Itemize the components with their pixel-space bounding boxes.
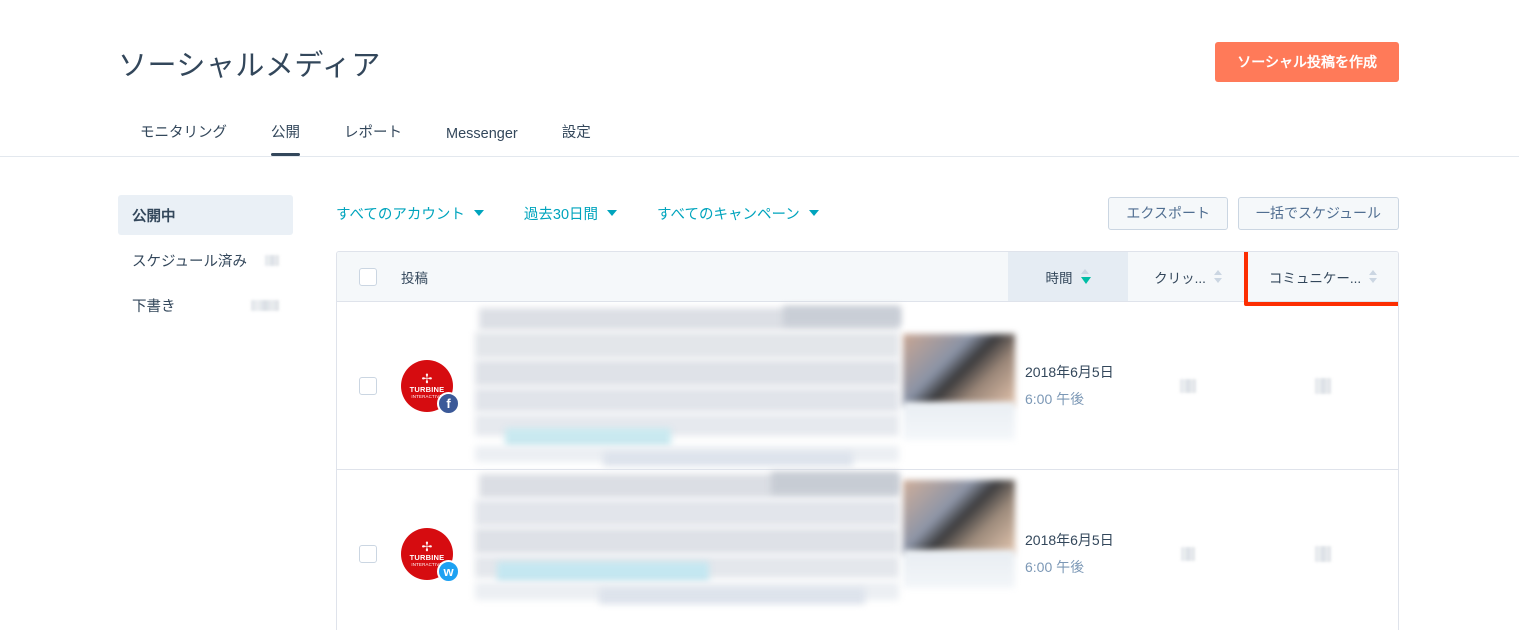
post-content-redacted: [475, 302, 1015, 469]
page-body: 公開中 スケジュール済み 下書き すべてのアカウント 過去30日間 すべてのキャ…: [0, 157, 1519, 630]
column-header-communication[interactable]: コミュニケー...: [1244, 252, 1398, 306]
page-header: ソーシャルメディア ソーシャル投稿を作成 モニタリング 公開 レポート Mess…: [0, 0, 1519, 157]
column-header-post: 投稿: [337, 252, 1008, 301]
tab-reports[interactable]: レポート: [322, 121, 424, 156]
turbine-logo-icon: ✢: [421, 538, 433, 554]
table-header-row: 投稿 時間 クリッ... コミュニケー...: [337, 252, 1398, 306]
twitter-icon: w: [437, 559, 460, 583]
toolbar-actions: エクスポート 一括でスケジュール: [1108, 196, 1399, 230]
clicks-cell: [1128, 302, 1248, 469]
bulk-schedule-button[interactable]: 一括でスケジュール: [1237, 196, 1399, 230]
sort-up-arrow-icon: [1369, 270, 1378, 276]
create-social-post-button[interactable]: ソーシャル投稿を作成: [1215, 42, 1399, 82]
communication-value-redacted: [1315, 377, 1331, 394]
avatar: ✢ TURBINE INTERACTIVE f: [401, 359, 460, 415]
clicks-cell: [1128, 470, 1248, 630]
avatar: ✢ TURBINE INTERACTIVE w: [401, 527, 460, 583]
communication-value-redacted: [1315, 545, 1331, 562]
facebook-icon: f: [437, 391, 460, 415]
avatar-account-name: TURBINE: [409, 552, 445, 562]
sidebar-item-scheduled[interactable]: スケジュール済み: [118, 240, 293, 280]
sort-descending-icon[interactable]: [1080, 269, 1091, 284]
filter-label: 過去30日間: [523, 206, 599, 223]
select-all-checkbox[interactable]: [359, 267, 377, 286]
sidebar-item-published[interactable]: 公開中: [118, 195, 293, 235]
export-button[interactable]: エクスポート: [1108, 196, 1228, 230]
page-title: ソーシャルメディア: [118, 50, 381, 82]
sidebar-item-label: 公開中: [132, 208, 176, 225]
post-date: 2018年6月5日: [1025, 532, 1114, 548]
tab-publish[interactable]: 公開: [249, 121, 322, 156]
sort-down-arrow-icon: [1369, 277, 1378, 283]
clicks-value-redacted: [1180, 378, 1196, 393]
time-cell: 2018年6月5日 6:00 午後: [1008, 302, 1128, 469]
post-content-redacted: [475, 470, 1015, 630]
clicks-value-redacted: [1181, 546, 1195, 561]
sort-up-arrow-icon: [1213, 270, 1222, 276]
social-media-page: ソーシャルメディア ソーシャル投稿を作成 モニタリング 公開 レポート Mess…: [0, 0, 1519, 630]
sidebar: 公開中 スケジュール済み 下書き: [118, 195, 293, 630]
tab-monitoring[interactable]: モニタリング: [118, 121, 249, 156]
column-header-clicks[interactable]: クリッ...: [1128, 252, 1248, 301]
post-time: 6:00 午後: [1025, 391, 1085, 407]
post-cell: ✢ TURBINE INTERACTIVE f: [337, 302, 1015, 469]
filter-label: すべてのアカウント: [336, 206, 465, 223]
tab-settings[interactable]: 設定: [540, 121, 613, 156]
post-date: 2018年6月5日: [1025, 364, 1114, 380]
column-header-communication-label: コミュニケー...: [1268, 270, 1362, 286]
sort-down-arrow-icon: [1213, 277, 1222, 283]
sort-icon[interactable]: [1213, 270, 1222, 283]
sort-icon[interactable]: [1369, 270, 1378, 283]
drafts-count-redacted: [251, 299, 279, 311]
scheduled-count-redacted: [265, 254, 279, 266]
filter-all-campaigns[interactable]: すべてのキャンペーン: [657, 203, 819, 224]
time-cell: 2018年6月5日 6:00 午後: [1008, 470, 1128, 630]
turbine-logo-icon: ✢: [421, 370, 433, 386]
column-header-time-label: 時間: [1045, 270, 1073, 286]
chevron-down-icon: [607, 210, 618, 216]
table-row[interactable]: ✢ TURBINE INTERACTIVE f 2018年6月5日 6:00 午…: [337, 302, 1398, 470]
filter-label: すべてのキャンペーン: [657, 206, 800, 223]
posts-table: 投稿 時間 クリッ... コミュニケー... ✢ TURBINE INTERAC…: [336, 251, 1399, 630]
column-header-time[interactable]: 時間: [1008, 252, 1128, 301]
tab-messenger[interactable]: Messenger: [424, 126, 540, 156]
column-header-post-label: 投稿: [401, 270, 428, 286]
avatar-account-name: TURBINE: [409, 384, 445, 394]
row-select-checkbox[interactable]: [359, 544, 377, 563]
chevron-down-icon: [473, 210, 484, 216]
post-cell: ✢ TURBINE INTERACTIVE w: [337, 470, 1015, 630]
filter-date-range[interactable]: 過去30日間: [523, 203, 618, 224]
sidebar-item-label: スケジュール済み: [132, 253, 247, 270]
sort-down-arrow-icon: [1080, 276, 1091, 284]
table-row[interactable]: ✢ TURBINE INTERACTIVE w 2018年6月5日 6:00 午…: [337, 470, 1398, 630]
communication-cell: [1248, 470, 1398, 630]
communication-cell: [1248, 302, 1398, 469]
sidebar-item-drafts[interactable]: 下書き: [118, 285, 293, 325]
filter-bar: すべてのアカウント 過去30日間 すべてのキャンペーン エクスポート 一括でスケ…: [336, 195, 1399, 231]
main-content: すべてのアカウント 過去30日間 すべてのキャンペーン エクスポート 一括でスケ…: [336, 195, 1519, 630]
sidebar-item-label: 下書き: [132, 298, 176, 315]
sort-up-arrow-icon: [1080, 269, 1089, 275]
row-select-checkbox[interactable]: [359, 376, 377, 395]
filter-all-accounts[interactable]: すべてのアカウント: [336, 203, 484, 224]
chevron-down-icon: [808, 210, 819, 216]
column-header-clicks-label: クリッ...: [1154, 270, 1206, 286]
post-time: 6:00 午後: [1025, 559, 1085, 575]
primary-tabs: モニタリング 公開 レポート Messenger 設定: [118, 121, 613, 156]
